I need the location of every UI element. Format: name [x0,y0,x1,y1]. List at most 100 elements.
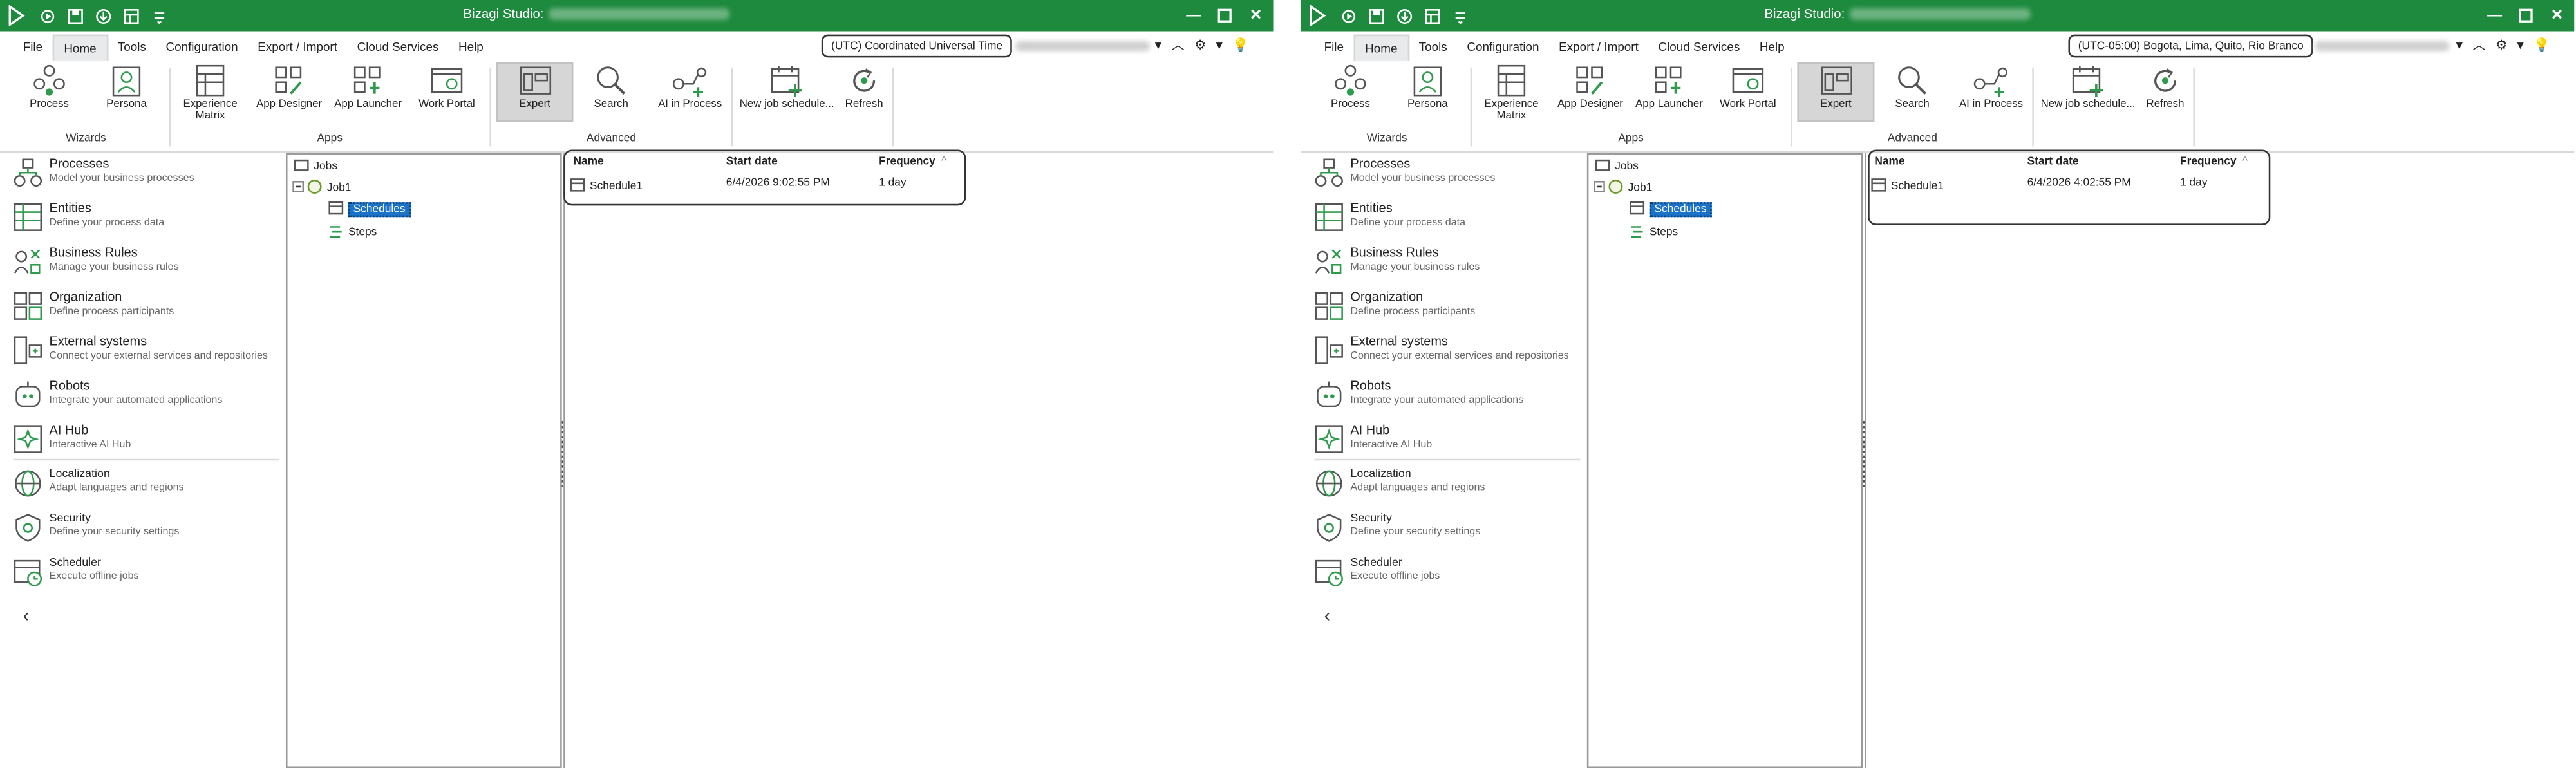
collapse-toggle-icon[interactable] [292,181,305,196]
nav-item-robots[interactable]: Robots Integrate your automated applicati… [1314,379,1523,409]
ai-in-process-button[interactable]: AI in Process [1955,64,2027,122]
run-icon[interactable] [1337,5,1359,26]
collapse-ribbon-icon[interactable]: ︿ [2472,36,2485,54]
settings-gear-icon[interactable]: ⚙ [1194,38,1206,53]
menu-configuration[interactable]: Configuration [1457,35,1549,59]
menu-help[interactable]: Help [1750,35,1794,59]
menu-tools[interactable]: Tools [108,35,156,59]
nav-item-external-systems[interactable]: External systems Connect your external se… [1314,334,1569,365]
new-job-schedule-button[interactable]: New job schedule... [2037,64,2139,122]
nav-subtitle: Define your security settings [1350,526,1481,538]
user-dropdown-icon[interactable]: ▾ [2456,38,2463,53]
process-button[interactable]: Process [1324,64,1377,122]
nav-item-localization[interactable]: Localization Adapt languages and regions [1314,469,1485,498]
collapse-panel-chevron-icon[interactable]: ‹ [23,607,29,627]
lightbulb-icon[interactable]: 💡 [2534,38,2550,53]
minimize-icon[interactable]: — [2484,3,2505,26]
app-designer-button[interactable]: App Designer [251,64,326,122]
menu-export-import[interactable]: Export / Import [1549,35,1648,59]
collapse-toggle-icon[interactable] [1594,181,1605,196]
app-launcher-button[interactable]: App Launcher [330,64,406,122]
nav-item-business-rules[interactable]: Business Rules Manage your business rules [13,245,179,276]
nav-item-scheduler[interactable]: Scheduler Execute offline jobs [13,557,139,587]
expert-view-icon [518,64,551,97]
menu-file[interactable]: File [13,35,52,59]
timezone-indicator[interactable]: (UTC-05:00) Bogota, Lima, Quito, Rio Bra… [2068,34,2314,58]
settings-dropdown-icon[interactable]: ▾ [1216,38,1223,53]
customize-icon[interactable] [1449,5,1471,26]
search-button[interactable]: Search [1885,64,1941,122]
lightbulb-icon[interactable]: 💡 [1232,38,1248,53]
new-job-schedule-button[interactable]: New job schedule... [736,64,838,122]
menu-home[interactable]: Home [52,34,108,61]
menu-export-import[interactable]: Export / Import [248,35,347,59]
entities-icon [13,202,42,232]
collapse-ribbon-icon[interactable]: ︿ [1171,36,1184,54]
layout-icon[interactable] [120,5,141,26]
tree-node-jobs[interactable]: Jobs [1595,158,1639,176]
tree-node-job1[interactable]: Job1 [1594,179,1652,197]
download-icon[interactable] [1393,5,1415,26]
nav-item-ai-hub[interactable]: AI Hub Interactive AI Hub [13,423,131,454]
refresh-button[interactable]: Refresh [841,64,887,122]
menu-configuration[interactable]: Configuration [156,35,248,59]
ai-in-process-button[interactable]: AI in Process [654,64,726,122]
menu-file[interactable]: File [1314,35,1353,59]
work-portal-button[interactable]: Work Portal [414,64,480,122]
app-designer-icon [1575,64,1605,97]
settings-gear-icon[interactable]: ⚙ [2496,38,2507,53]
experience-matrix-button[interactable]: Experience Matrix [1478,64,1544,122]
timezone-indicator[interactable]: (UTC) Coordinated Universal Time [821,34,1013,58]
collapse-panel-chevron-icon[interactable]: ‹ [1324,607,1330,627]
menu-tools[interactable]: Tools [1409,35,1457,59]
maximize-icon[interactable] [1214,3,1236,26]
search-button[interactable]: Search [583,64,639,122]
refresh-button[interactable]: Refresh [2142,64,2188,122]
expert-button[interactable]: Expert [496,62,574,122]
nav-item-entities[interactable]: Entities Define your process data [13,201,164,232]
nav-item-business-rules[interactable]: Business Rules Manage your business rules [1314,245,1480,276]
nav-item-entities[interactable]: Entities Define your process data [1314,201,1465,232]
tree-node-schedules[interactable]: Schedules [328,201,411,219]
app-launcher-button[interactable]: App Launcher [1631,64,1707,122]
app-designer-button[interactable]: App Designer [1552,64,1628,122]
user-dropdown-icon[interactable]: ▾ [1155,38,1161,53]
menu-cloud-services[interactable]: Cloud Services [347,35,448,59]
menu-help[interactable]: Help [449,35,493,59]
work-portal-button[interactable]: Work Portal [1715,64,1781,122]
nav-item-organization[interactable]: Organization Define process participants [13,290,174,321]
nav-item-localization[interactable]: Localization Adapt languages and regions [13,469,184,498]
settings-dropdown-icon[interactable]: ▾ [2517,38,2524,53]
tree-node-jobs[interactable]: Jobs [294,158,337,176]
nav-item-security[interactable]: Security Define your security settings [13,513,179,543]
close-icon[interactable]: ✕ [2546,3,2568,26]
nav-item-external-systems[interactable]: External systems Connect your external se… [13,334,268,365]
tree-node-steps[interactable]: Steps [1630,223,1678,241]
save-icon[interactable] [1365,5,1386,26]
nav-item-organization[interactable]: Organization Define process participants [1314,290,1475,321]
tree-node-steps[interactable]: Steps [328,223,377,241]
persona-button[interactable]: Persona [102,64,151,122]
persona-button[interactable]: Persona [1403,64,1453,122]
customize-icon[interactable] [148,5,169,26]
nav-item-processes[interactable]: Processes Model your business processes [13,156,194,187]
nav-item-ai-hub[interactable]: AI Hub Interactive AI Hub [1314,423,1432,454]
nav-item-processes[interactable]: Processes Model your business processes [1314,156,1495,187]
expert-button[interactable]: Expert [1797,62,1875,122]
tree-node-schedules[interactable]: Schedules [1630,201,1712,219]
experience-matrix-button[interactable]: Experience Matrix [178,64,243,122]
nav-item-robots[interactable]: Robots Integrate your automated applicati… [13,379,222,409]
save-icon[interactable] [64,5,86,26]
nav-item-security[interactable]: Security Define your security settings [1314,513,1480,543]
maximize-icon[interactable] [2515,3,2536,26]
process-button[interactable]: Process [23,64,76,122]
close-icon[interactable]: ✕ [1245,3,1266,26]
tree-node-job1[interactable]: Job1 [292,179,351,197]
minimize-icon[interactable]: — [1183,3,1204,26]
run-icon[interactable] [36,5,57,26]
nav-item-scheduler[interactable]: Scheduler Execute offline jobs [1314,557,1440,587]
download-icon[interactable] [92,5,113,26]
layout-icon[interactable] [1421,5,1442,26]
menu-cloud-services[interactable]: Cloud Services [1648,35,1749,59]
menu-home[interactable]: Home [1353,34,1409,61]
